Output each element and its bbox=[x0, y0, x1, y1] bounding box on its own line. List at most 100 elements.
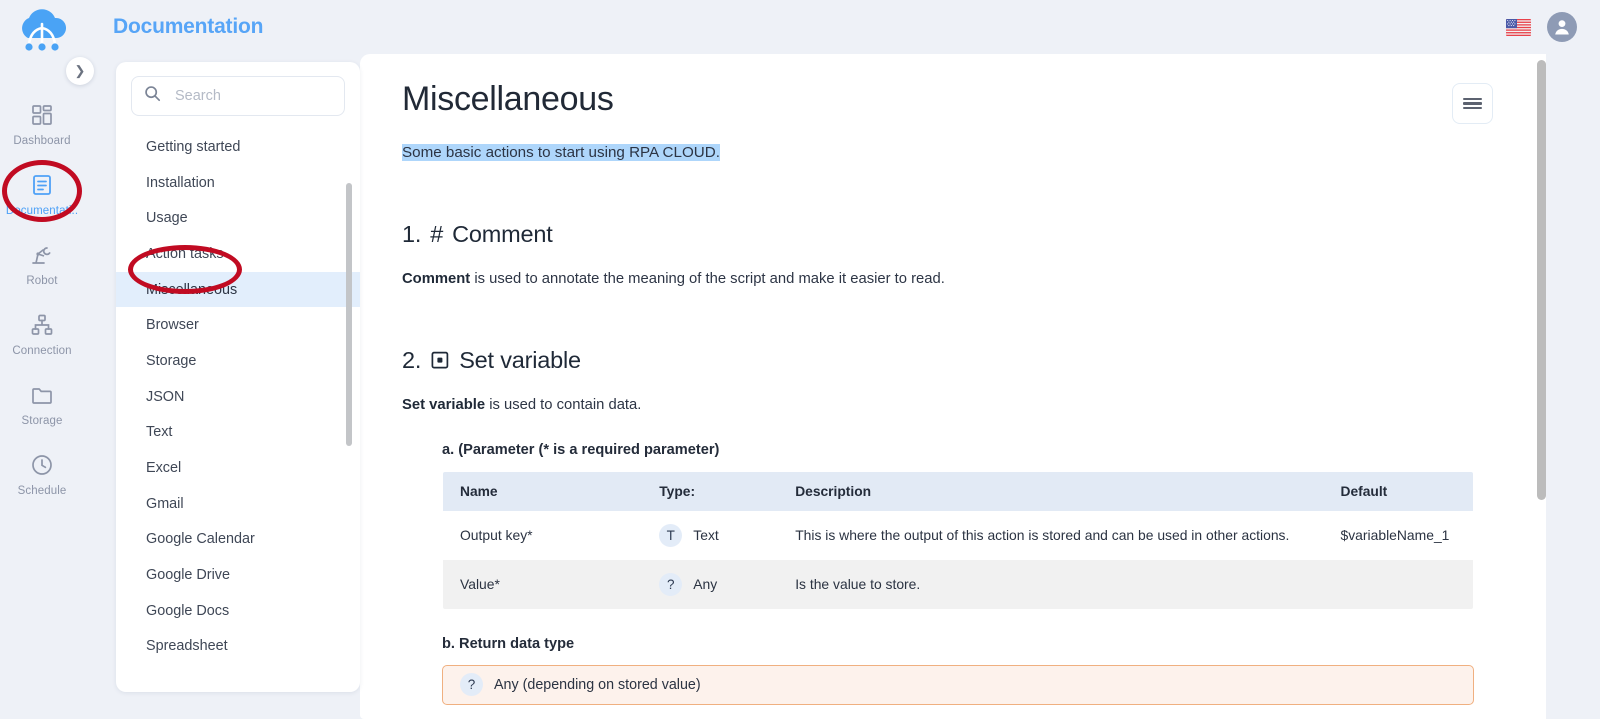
documentation-sidebar: Getting started Installation Usage Actio… bbox=[116, 62, 360, 692]
nav-item-json[interactable]: JSON bbox=[116, 379, 360, 415]
section-paragraph-comment: Comment is used to annotate the meaning … bbox=[402, 268, 1486, 290]
table-header-type: Type: bbox=[642, 471, 779, 511]
sidebar-collapse-toggle[interactable]: ❯ bbox=[66, 57, 94, 85]
sidebar-item-robot[interactable]: Robot bbox=[0, 229, 84, 299]
nav-item-label: Installation bbox=[146, 174, 215, 191]
return-type-text: Any (depending on stored value) bbox=[494, 676, 701, 693]
search-icon bbox=[144, 85, 161, 107]
nav-item-excel[interactable]: Excel bbox=[116, 450, 360, 486]
nav-item-label: Text bbox=[146, 424, 173, 441]
cell-type: ? Any bbox=[642, 559, 779, 609]
robot-arm-icon bbox=[29, 242, 55, 268]
nav-item-label: Spreadsheet bbox=[146, 638, 228, 655]
doc-heading: Miscellaneous bbox=[402, 80, 614, 118]
nav-item-label: Storage bbox=[146, 352, 197, 369]
paragraph-rest: is used to contain data. bbox=[485, 396, 642, 413]
type-label: Text bbox=[693, 527, 719, 544]
nav-item-text[interactable]: Text bbox=[116, 415, 360, 451]
nav-item-label: Google Calendar bbox=[146, 531, 255, 548]
header-actions bbox=[1506, 12, 1577, 42]
nav-item-getting-started[interactable]: Getting started bbox=[116, 129, 360, 165]
save-variable-icon bbox=[430, 350, 450, 370]
sidebar-item-storage[interactable]: Storage bbox=[0, 369, 84, 439]
cell-name: Output key* bbox=[443, 510, 643, 560]
nav-item-label: Google Drive bbox=[146, 567, 230, 584]
table-row: Value* ? Any Is the value to store. bbox=[443, 559, 1473, 609]
nav-item-usage[interactable]: Usage bbox=[116, 200, 360, 236]
cloud-network-logo[interactable] bbox=[12, 7, 72, 55]
sidebar-item-label: Documentati.. bbox=[5, 204, 79, 217]
top-header: Documentation bbox=[84, 0, 1600, 54]
type-cell: T Text bbox=[659, 523, 778, 547]
table-header-default: Default bbox=[1323, 471, 1473, 511]
document-lines-icon bbox=[29, 172, 55, 198]
us-flag-icon[interactable] bbox=[1506, 18, 1531, 36]
return-type-box: ? Any (depending on stored value) bbox=[442, 664, 1474, 705]
table-header-name: Name bbox=[443, 471, 643, 511]
section-paragraph-set-variable: Set variable is used to contain data. bbox=[402, 394, 1486, 416]
nav-item-google-docs[interactable]: Google Docs bbox=[116, 593, 360, 629]
nav-item-storage[interactable]: Storage bbox=[116, 343, 360, 379]
doc-intro-wrap: Some basic actions to start using RPA CL… bbox=[402, 141, 1486, 165]
cell-type: T Text bbox=[642, 510, 779, 560]
nav-item-label: Gmail bbox=[146, 495, 184, 512]
section-heading-comment: 1. # Comment bbox=[402, 221, 1486, 248]
user-avatar-icon[interactable] bbox=[1547, 12, 1577, 42]
menu-bar bbox=[1463, 106, 1482, 110]
nav-item-label: Miscellaneous bbox=[146, 281, 238, 298]
sidebar-item-label: Schedule bbox=[17, 484, 67, 497]
nav-item-label: Browser bbox=[146, 317, 199, 334]
section-heading-set-variable: 2. Set variable bbox=[402, 347, 1486, 374]
page-scrollbar-thumb[interactable] bbox=[1537, 60, 1546, 500]
table-header-description: Description bbox=[778, 471, 1324, 511]
table-row: Output key* T Text This is where the out… bbox=[443, 510, 1473, 560]
search-input[interactable] bbox=[173, 87, 332, 105]
nav-item-gmail[interactable]: Gmail bbox=[116, 486, 360, 522]
sidebar-item-label: Robot bbox=[26, 274, 58, 287]
parameters-table: Name Type: Description Default Output ke… bbox=[442, 470, 1474, 610]
sidebar-item-connection[interactable]: Connection bbox=[0, 299, 84, 369]
type-badge-text-icon: T bbox=[659, 523, 683, 547]
cell-description: This is where the output of this action … bbox=[778, 510, 1324, 560]
section-title: Comment bbox=[452, 221, 553, 248]
type-label: Any bbox=[693, 576, 718, 593]
nav-item-label: Excel bbox=[146, 460, 182, 477]
sidebar-item-label: Storage bbox=[21, 414, 63, 427]
hamburger-menu-icon[interactable] bbox=[1452, 83, 1493, 124]
connection-tree-icon bbox=[29, 312, 55, 338]
nav-item-google-drive[interactable]: Google Drive bbox=[116, 557, 360, 593]
subsection-return-type-label: b. Return data type bbox=[442, 635, 575, 652]
sidebar-item-schedule[interactable]: Schedule bbox=[0, 439, 84, 509]
type-cell: ? Any bbox=[659, 572, 778, 596]
nav-item-miscellaneous[interactable]: Miscellaneous bbox=[116, 271, 360, 308]
nav-item-label: Usage bbox=[146, 210, 188, 227]
sidebar-item-label: Dashboard bbox=[13, 134, 71, 147]
nav-item-label: Getting started bbox=[146, 138, 241, 155]
cell-description: Is the value to store. bbox=[778, 559, 1324, 609]
menu-bar bbox=[1463, 97, 1482, 101]
clock-icon bbox=[29, 452, 55, 478]
sidebar-item-documentation[interactable]: Documentati.. bbox=[0, 159, 84, 229]
hash-icon: # bbox=[430, 221, 444, 248]
subsection-parameter-label: a. (Parameter (* is a required parameter… bbox=[442, 441, 720, 458]
documentation-content: Miscellaneous Some basic actions to star… bbox=[360, 54, 1546, 719]
nav-item-google-calendar[interactable]: Google Calendar bbox=[116, 522, 360, 558]
sidebar-item-dashboard[interactable]: Dashboard bbox=[0, 89, 84, 159]
doc-nav-list: Getting started Installation Usage Actio… bbox=[116, 126, 360, 686]
menu-bar bbox=[1463, 102, 1482, 105]
search-wrapper bbox=[116, 62, 360, 126]
paragraph-rest: is used to annotate the meaning of the s… bbox=[470, 271, 945, 288]
sidebar-scrollbar-thumb[interactable] bbox=[346, 183, 352, 446]
doc-intro-highlighted: Some basic actions to start using RPA CL… bbox=[402, 144, 720, 161]
nav-item-label: Google Docs bbox=[146, 602, 230, 619]
section-number: 1. bbox=[402, 221, 422, 248]
cell-default bbox=[1323, 559, 1473, 609]
nav-item-action-tasks[interactable]: Action tasks bbox=[116, 236, 360, 272]
nav-item-installation[interactable]: Installation bbox=[116, 165, 360, 201]
nav-item-spreadsheet[interactable]: Spreadsheet bbox=[116, 629, 360, 665]
section-title: Set variable bbox=[459, 346, 581, 373]
type-badge-any-icon: ? bbox=[659, 572, 683, 596]
chevron-right-icon: ❯ bbox=[74, 63, 86, 78]
search-box[interactable] bbox=[131, 76, 345, 116]
nav-item-browser[interactable]: Browser bbox=[116, 307, 360, 343]
